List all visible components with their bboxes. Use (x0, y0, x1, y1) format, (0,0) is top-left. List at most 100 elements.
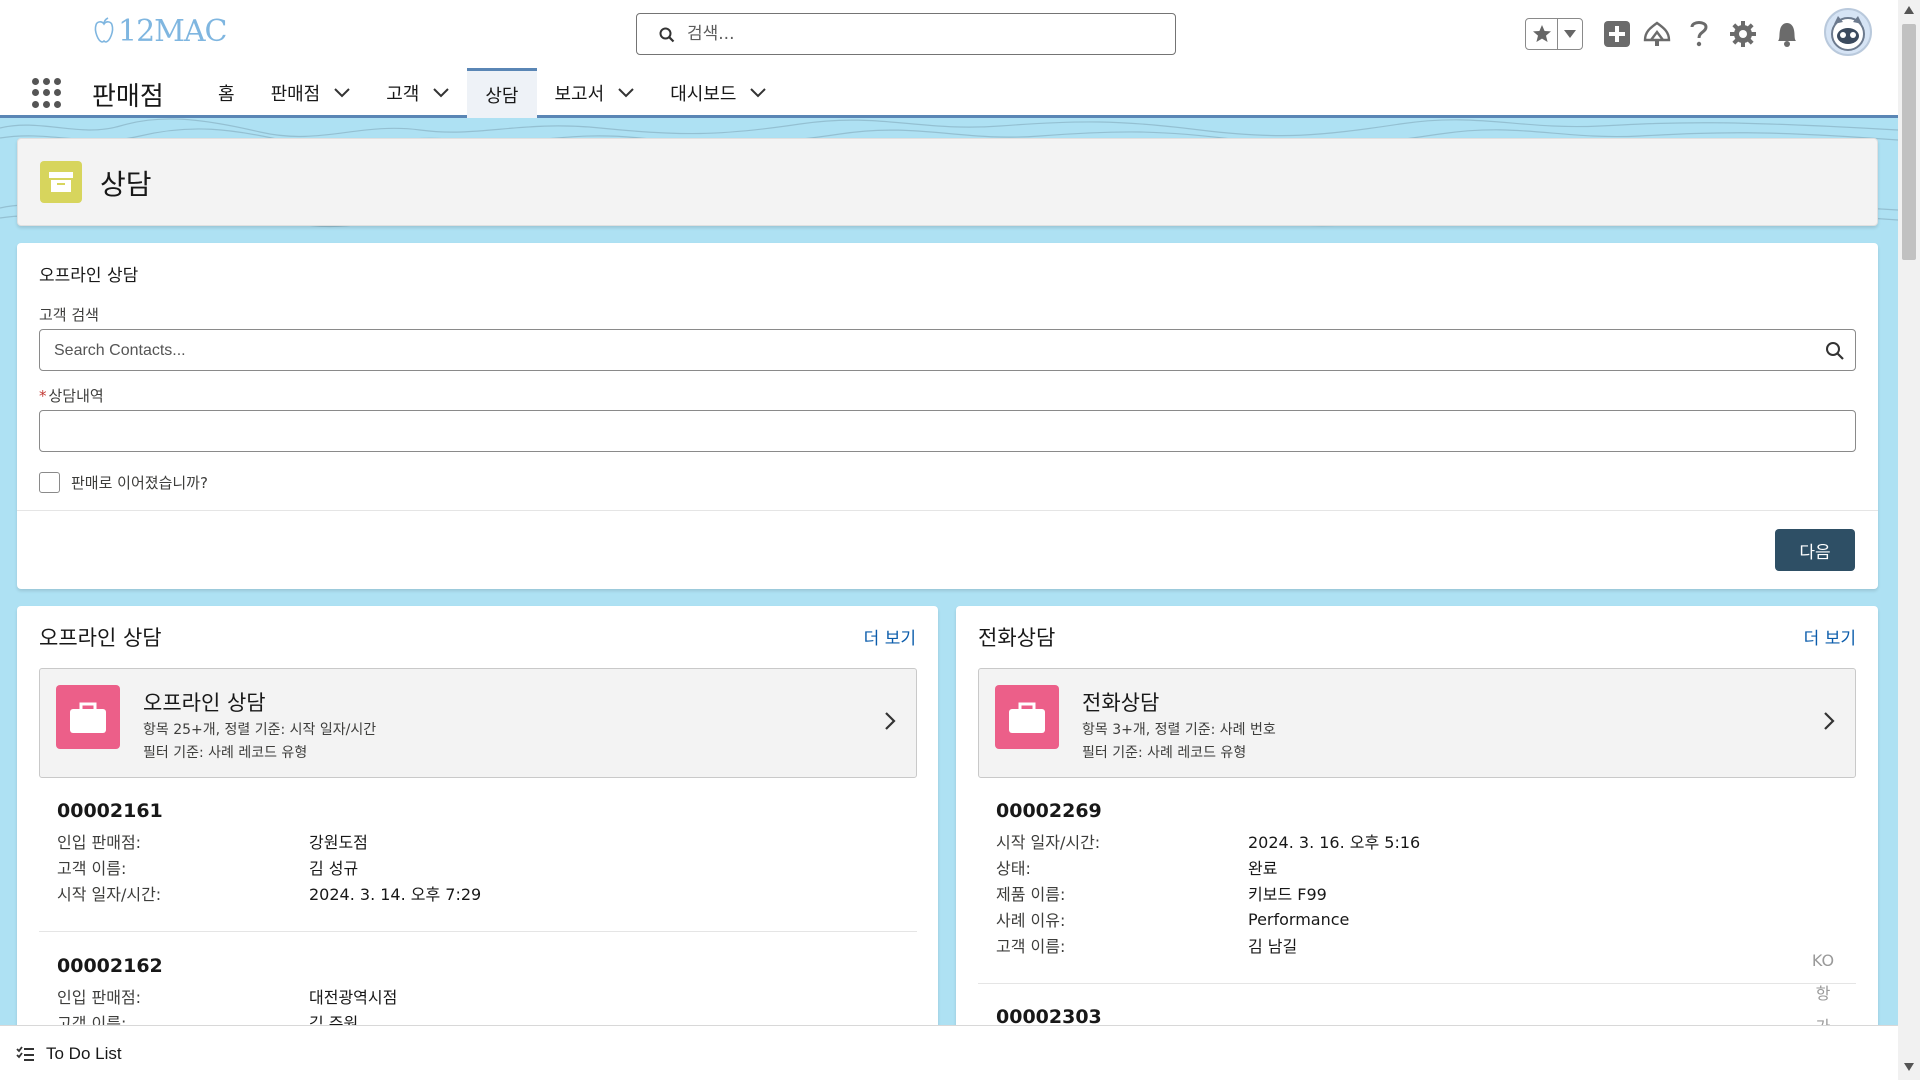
field-label: 고객 이름: (996, 937, 1066, 956)
form-section-title: 오프라인 상담 (39, 266, 139, 286)
scroll-down-arrow-icon[interactable] (1904, 1063, 1914, 1071)
next-button[interactable]: 다음 (1775, 529, 1855, 571)
list-item[interactable]: 00002161 인입 판매점: 강원도점 고객 이름: 김 성규 시작 일자/시간… (57, 800, 481, 906)
chevron-right-icon[interactable] (1823, 711, 1835, 731)
list-view-banner[interactable]: 전화상담 항목 3+개, 정렬 기준: 사례 번호 필터 기준: 사례 레코드 … (978, 668, 1856, 778)
page-scrollbar[interactable] (1898, 0, 1920, 1080)
page-title: 상담 (100, 168, 152, 201)
ime-item[interactable]: 항 (1806, 977, 1840, 1010)
nav-item-stores[interactable]: 판매점 (253, 68, 369, 118)
todo-list-label: To Do List (46, 1044, 122, 1063)
task-list-icon (16, 1046, 34, 1061)
record-number[interactable]: 00002269 (996, 800, 1420, 822)
gear-icon[interactable] (1729, 20, 1757, 48)
search-icon (659, 27, 675, 43)
nav-item-customers[interactable]: 고객 (368, 68, 467, 118)
record-field-row: 인입 판매점: 대전광역시점 (57, 983, 397, 1009)
divider (978, 983, 1856, 984)
company-logo[interactable]: 12MAC (92, 14, 228, 49)
field-value: 완료 (1248, 859, 1278, 878)
record-field-row: 사례 이유: Performance (996, 906, 1420, 932)
scroll-up-arrow-icon[interactable] (1904, 6, 1914, 14)
todo-list-button[interactable]: To Do List (16, 1044, 122, 1064)
chevron-down-icon[interactable] (433, 88, 450, 98)
field-value: 김 남길 (1248, 937, 1298, 956)
chevron-down-icon[interactable] (750, 88, 767, 98)
scrollbar-thumb[interactable] (1902, 24, 1916, 260)
field-label: 인입 판매점: (57, 988, 142, 1007)
search-icon[interactable] (1825, 341, 1845, 361)
chevron-down-icon[interactable] (618, 88, 634, 98)
list-card-title: 오프라인 상담 (39, 626, 162, 650)
field-label: 시작 일자/시간: (57, 885, 162, 904)
trailhead-icon[interactable] (1642, 20, 1672, 48)
view-more-link[interactable]: 더 보기 (864, 624, 916, 649)
ime-item[interactable]: KO (1806, 944, 1840, 977)
field-label: 시작 일자/시간: (996, 833, 1101, 852)
list-item[interactable]: 00002269 시작 일자/시간: 2024. 3. 16. 오후 5:16 상… (996, 800, 1420, 958)
record-field-row: 인입 판매점: 강원도점 (57, 828, 481, 854)
list-view-title[interactable]: 전화상담 (1082, 687, 1159, 717)
field-value: 강원도점 (309, 833, 368, 852)
offline-consultation-list-card: 오프라인 상담 더 보기 오프라인 상담 항목 25+개, 정렬 기준: 시작 … (17, 606, 938, 1046)
record-field-row: 시작 일자/시간: 2024. 3. 14. 오후 7:29 (57, 880, 481, 906)
nav-item-home[interactable]: 홈 (200, 68, 253, 118)
view-more-link[interactable]: 더 보기 (1804, 624, 1856, 649)
list-item[interactable]: 00002162 인입 판매점: 대전광역시점 고객 이름: 김 주원 (57, 955, 397, 1035)
consultation-details-label: * 상담내역 (39, 385, 104, 406)
customer-search-field[interactable] (39, 329, 1856, 371)
chevron-down-icon (1564, 30, 1576, 38)
nav-item-consultation[interactable]: 상담 (467, 68, 537, 118)
app-name: 판매점 (92, 82, 164, 112)
offline-consultation-form: 오프라인 상담 고객 검색 *상담내역 판매로 이어졌습니까? 다음 (17, 243, 1878, 589)
favorites-group[interactable] (1525, 18, 1583, 50)
list-view-sort-info: 항목 3+개, 정렬 기준: 사례 번호 (1082, 722, 1276, 738)
customer-search-input[interactable] (54, 339, 1814, 363)
phone-consultation-list-card: 전화상담 더 보기 전화상담 항목 3+개, 정렬 기준: 사례 번호 필터 기… (956, 606, 1878, 1046)
global-search-input[interactable] (687, 22, 1157, 46)
case-archive-icon (40, 161, 82, 203)
nav-item-label: 보고서 (554, 84, 605, 105)
chevron-down-icon[interactable] (334, 88, 350, 98)
favorites-menu-button[interactable] (1558, 19, 1582, 49)
customer-search-label: 고객 검색 (39, 306, 99, 324)
consultation-details-field[interactable] (39, 410, 1856, 452)
field-value: Performance (1248, 909, 1350, 929)
avatar[interactable] (1824, 8, 1872, 56)
add-icon[interactable] (1603, 20, 1631, 48)
global-search[interactable] (636, 13, 1176, 55)
app-launcher-icon[interactable] (32, 78, 62, 108)
list-card-title: 전화상담 (978, 626, 1056, 650)
record-number[interactable]: 00002162 (57, 955, 397, 977)
list-view-title[interactable]: 오프라인 상담 (143, 687, 266, 717)
apple-logo-icon (94, 17, 114, 43)
chevron-right-icon[interactable] (884, 711, 896, 731)
briefcase-icon (995, 685, 1059, 749)
field-value: 키보드 F99 (1248, 885, 1327, 904)
divider (17, 510, 1878, 511)
field-label: 사례 이유: (996, 911, 1066, 930)
sale-checkbox[interactable] (39, 472, 60, 493)
list-view-banner[interactable]: 오프라인 상담 항목 25+개, 정렬 기준: 시작 일자/시간 필터 기준: … (39, 668, 917, 778)
divider (39, 931, 917, 932)
sale-checkbox-label: 판매로 이어졌습니까? (71, 474, 208, 492)
field-value: 대전광역시점 (309, 988, 398, 1007)
record-field-row: 상태: 완료 (996, 854, 1420, 880)
utility-bar: To Do List (0, 1025, 1898, 1080)
bell-icon[interactable] (1774, 19, 1800, 49)
list-view-sort-info: 항목 25+개, 정렬 기준: 시작 일자/시간 (143, 722, 377, 738)
help-icon[interactable] (1688, 18, 1710, 48)
nav-item-label: 고객 (386, 84, 420, 105)
field-value: 2024. 3. 14. 오후 7:29 (309, 885, 482, 904)
star-icon (1532, 25, 1551, 42)
briefcase-icon (56, 685, 120, 749)
nav-items: 홈 판매점 고객 상담 보고서 대시보드 (200, 68, 784, 118)
required-marker: * (39, 387, 47, 405)
nav-item-reports[interactable]: 보고서 (537, 68, 653, 118)
list-view-filter-info: 필터 기준: 사례 레코드 유형 (1082, 745, 1247, 761)
consultation-details-label-text: 상담내역 (48, 387, 104, 405)
consultation-details-input[interactable] (54, 420, 1814, 444)
nav-item-dashboards[interactable]: 대시보드 (652, 68, 784, 118)
record-number[interactable]: 00002161 (57, 800, 481, 822)
favorites-button[interactable] (1526, 19, 1558, 49)
